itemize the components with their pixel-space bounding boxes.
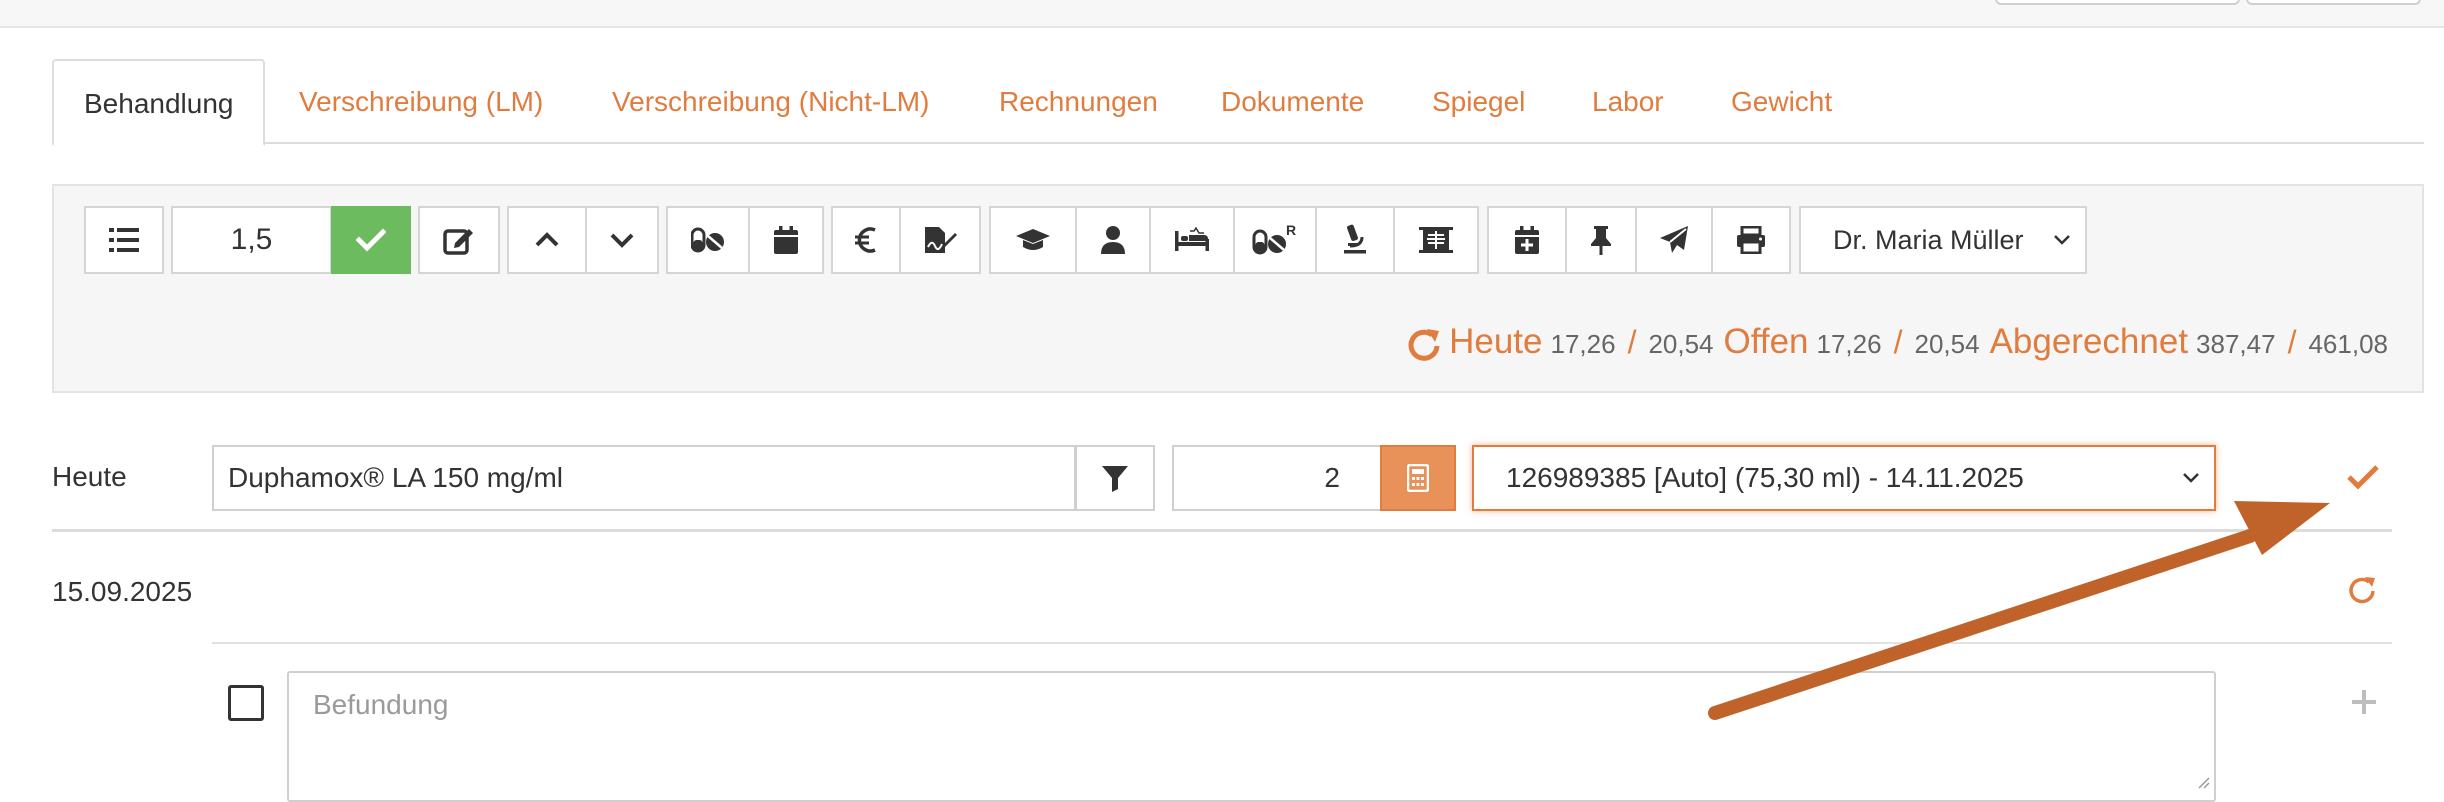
pills-icon	[691, 227, 724, 253]
pin-button[interactable]	[1565, 206, 1637, 274]
calendar-button[interactable]	[748, 206, 824, 274]
amount-input[interactable]: 2	[1172, 445, 1382, 511]
save-entry-button[interactable]	[2346, 462, 2380, 492]
open-gross-value: 20,54	[1914, 329, 1980, 359]
move-down-button[interactable]	[585, 206, 659, 274]
tab-labor[interactable]: Labor	[1592, 59, 1664, 144]
edit-button[interactable]	[418, 206, 500, 274]
invoice-button[interactable]	[831, 206, 901, 274]
chevron-down-icon	[2182, 447, 2200, 509]
move-up-button[interactable]	[507, 206, 587, 274]
history-divider	[212, 642, 2392, 644]
medication-button[interactable]	[666, 206, 750, 274]
list-icon	[109, 228, 139, 252]
euro-icon	[855, 227, 876, 253]
check-icon	[356, 228, 386, 252]
tab-verschreibung-nicht-lm[interactable]: Verschreibung (Nicht-LM)	[612, 59, 929, 144]
tab-gewicht[interactable]: Gewicht	[1731, 59, 1832, 144]
product-search-input[interactable]: Duphamox® LA 150 mg/ml	[212, 445, 1076, 511]
print-icon	[1737, 226, 1765, 254]
entry-divider	[52, 529, 2392, 532]
bed-icon	[1175, 227, 1209, 251]
today-net-value: 17,26	[1550, 329, 1616, 359]
finding-checkbox[interactable]	[228, 685, 264, 721]
open-label: Offen	[1723, 322, 1809, 361]
finding-placeholder: Befundung	[313, 689, 449, 720]
prescription-pills-icon: R	[1252, 223, 1296, 255]
calendar-plus-icon	[1515, 226, 1539, 254]
batch-select[interactable]: 126989385 [Auto] (75,30 ml) - 14.11.2025	[1472, 445, 2216, 511]
tab-rechnungen[interactable]: Rechnungen	[999, 59, 1158, 144]
tab-verschreibung-lm[interactable]: Verschreibung (LM)	[299, 59, 543, 144]
inpatient-button[interactable]	[1149, 206, 1235, 274]
billed-separator: /	[2287, 324, 2297, 360]
tab-spiegel[interactable]: Spiegel	[1432, 59, 1525, 144]
billed-gross-value: 461,08	[2308, 329, 2388, 359]
lab-button[interactable]	[1315, 206, 1395, 274]
filter-icon	[1102, 466, 1128, 492]
chevron-up-icon	[535, 232, 559, 247]
chevron-down-icon	[610, 233, 634, 248]
billed-label: Abgerechnet	[1989, 322, 2189, 361]
totals-summary: Heute 17,26 / 20,54 Offen 17,26 / 20,54 …	[1407, 322, 2388, 372]
print-button[interactable]	[1711, 206, 1791, 274]
calculator-button[interactable]	[1380, 445, 1456, 511]
entry-date-label: Heute	[52, 461, 127, 492]
top-bar	[0, 0, 2444, 28]
signature-button[interactable]	[899, 206, 981, 274]
finding-textarea[interactable]: Befundung	[287, 671, 2216, 802]
xray-button[interactable]	[1393, 206, 1479, 274]
xray-icon	[1419, 227, 1453, 253]
top-button-right[interactable]	[2246, 0, 2421, 5]
calendar-icon	[774, 226, 798, 254]
billed-net-value: 387,47	[2196, 329, 2276, 359]
signature-icon	[925, 227, 957, 253]
top-button-left[interactable]	[1995, 0, 2240, 5]
open-net-value: 17,26	[1816, 329, 1882, 359]
quantity-field[interactable]: 1,5	[171, 206, 332, 274]
svg-text:R: R	[1286, 223, 1296, 238]
prescription-button[interactable]: R	[1233, 206, 1317, 274]
open-separator: /	[1893, 324, 1903, 360]
send-button[interactable]	[1635, 206, 1713, 274]
batch-select-value: 126989385 [Auto] (75,30 ml) - 14.11.2025	[1506, 462, 2024, 493]
tab-behandlung[interactable]: Behandlung	[52, 59, 266, 146]
education-button[interactable]	[989, 206, 1077, 274]
vet-select-value: Dr. Maria Müller	[1833, 225, 2024, 255]
filter-button[interactable]	[1075, 445, 1155, 511]
person-icon	[1101, 226, 1125, 254]
refresh-icon	[2349, 577, 2375, 604]
vet-select[interactable]: Dr. Maria Müller	[1799, 206, 2087, 274]
send-icon	[1660, 226, 1688, 253]
refresh-totals-icon[interactable]	[1407, 326, 1443, 369]
reload-entry-button[interactable]	[2346, 574, 2378, 606]
list-button[interactable]	[84, 206, 164, 274]
history-date: 15.09.2025	[52, 576, 193, 607]
add-finding-button[interactable]	[2350, 688, 2378, 716]
tab-dokumente[interactable]: Dokumente	[1221, 59, 1364, 144]
graduation-cap-icon	[1016, 229, 1050, 250]
pin-icon	[1591, 226, 1611, 255]
edit-icon	[443, 229, 473, 255]
add-appointment-button[interactable]	[1487, 206, 1567, 274]
tab-bar: Behandlung Verschreibung (LM) Verschreib…	[52, 59, 2424, 146]
check-icon	[2347, 465, 2379, 490]
confirm-quantity-button[interactable]	[331, 206, 411, 274]
microscope-icon	[1344, 224, 1366, 254]
calculator-icon	[1407, 464, 1429, 492]
patient-owner-button[interactable]	[1075, 206, 1151, 274]
plus-icon	[2352, 690, 2376, 714]
today-separator: /	[1627, 324, 1637, 360]
today-gross-value: 20,54	[1648, 329, 1714, 359]
chevron-down-icon	[2053, 208, 2071, 295]
resize-handle[interactable]	[2194, 764, 2210, 796]
today-label: Heute	[1449, 322, 1543, 361]
